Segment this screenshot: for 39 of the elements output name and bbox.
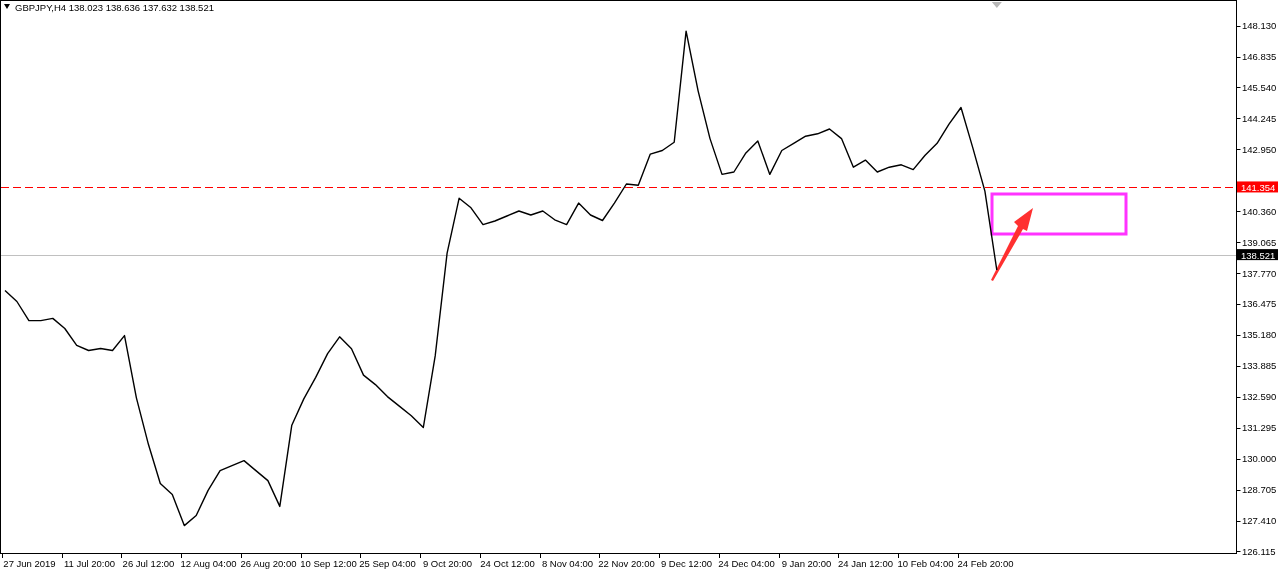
y-tick-label: 133.885 [1242,360,1277,372]
dropdown-icon[interactable] [4,4,10,9]
y-tick-label: 145.540 [1242,81,1277,93]
x-tick-label: 24 Jan 12:00 [838,558,893,569]
y-tick-label: 142.950 [1242,143,1277,155]
y-tick-label: 137.770 [1242,267,1277,279]
x-tick-label: 11 Jul 20:00 [63,558,116,569]
shift-marker-icon[interactable] [991,2,1002,8]
y-tick-label: 132.590 [1242,391,1277,403]
x-tick-label: 9 Dec 12:00 [660,558,713,569]
price-tag: 138.521 [1237,249,1278,261]
x-tick-label: 24 Feb 20:00 [957,558,1014,569]
x-tick-label: 8 Nov 04:00 [541,558,594,569]
y-tick-label: 126.115 [1242,545,1276,557]
x-tick-label: 25 Sep 04:00 [359,558,416,569]
x-tick-label: 22 Nov 20:00 [598,558,655,569]
chart-title: GBPJPY,H4 138.023 138.636 137.632 138.521 [15,2,214,13]
y-tick-label: 128.705 [1242,484,1277,496]
x-tick-label: 10 Feb 04:00 [897,558,954,569]
price-tag: 141.354 [1237,181,1278,193]
x-tick-label: 9 Oct 20:00 [422,558,473,569]
x-tick-label: 24 Dec 04:00 [718,558,775,569]
x-tick-label: 26 Jul 12:00 [122,558,175,569]
y-tick-label: 127.410 [1242,515,1277,527]
x-tick-label: 24 Oct 12:00 [480,558,535,569]
y-tick-label: 139.065 [1242,236,1277,248]
y-tick-label: 148.130 [1242,20,1277,32]
x-tick-label: 12 Aug 04:00 [180,558,237,569]
y-tick-label: 131.295 [1242,422,1277,434]
x-tick-label: 27 Jun 2019 [3,558,56,569]
y-tick-label: 144.245 [1242,112,1277,124]
x-tick-label: 10 Sep 12:00 [300,558,357,569]
y-tick-label: 135.180 [1242,329,1277,341]
y-tick-label: 130.000 [1242,453,1277,465]
y-tick-label: 146.835 [1242,51,1277,62]
y-tick-label: 136.475 [1242,298,1277,310]
y-tick-label: 140.360 [1242,205,1277,217]
x-tick-label: 26 Aug 20:00 [240,558,297,569]
x-tick-label: 9 Jan 20:00 [781,558,832,569]
